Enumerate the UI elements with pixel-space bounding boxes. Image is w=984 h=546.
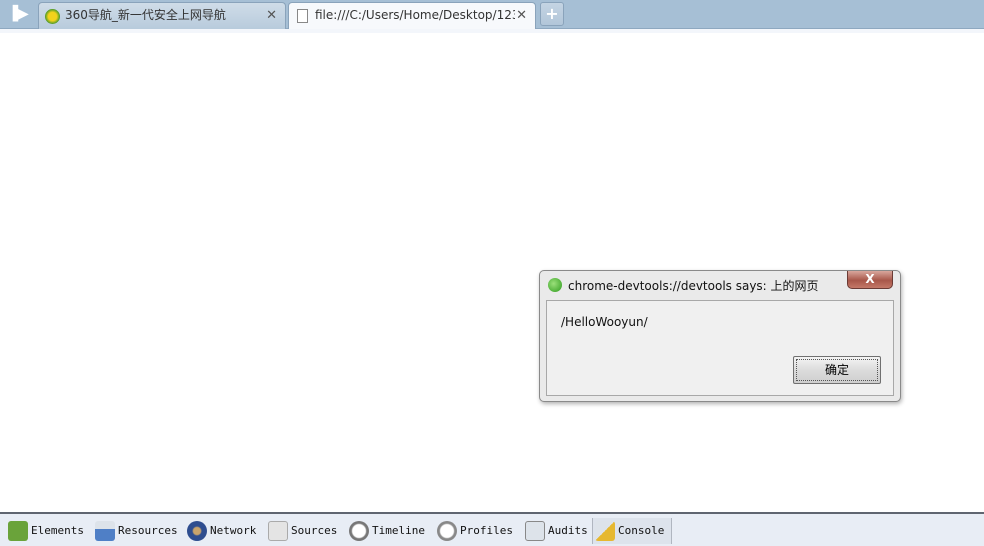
dialog-close-button[interactable]: X [847,271,893,289]
tab-label: Elements [31,524,84,537]
document-icon [297,9,308,23]
tab-label: Profiles [460,524,513,537]
tab-label: Timeline [372,524,425,537]
dialog-body: /HelloWooyun/ 确定 [546,300,894,396]
sources-icon [268,521,288,541]
resources-icon [95,521,115,541]
tab-360-nav[interactable]: 360导航_新一代安全上网导航 ✕ [38,2,286,29]
network-icon [187,521,207,541]
alert-dialog: chrome-devtools://devtools says: 上的网页 X … [539,270,901,402]
ok-button[interactable]: 确定 [793,356,881,384]
tab-label: Resources [118,524,178,537]
devtools-tab-console[interactable]: Console [592,518,672,544]
page-top-border [0,29,984,33]
dialog-title: chrome-devtools://devtools says: 上的网页 [568,279,819,293]
devtools-tab-network[interactable]: Network [185,518,256,544]
tab-file[interactable]: file:///C:/Users/Home/Desktop/123.h ✕ [288,2,536,30]
audits-icon [525,521,545,541]
devtools-tab-audits[interactable]: Audits [523,518,588,544]
devtools-tab-profiles[interactable]: Profiles [435,518,513,544]
profiles-icon [437,521,457,541]
devtools-tab-resources[interactable]: Resources [93,518,178,544]
tab-label: Console [618,524,665,537]
tab-title: file:///C:/Users/Home/Desktop/123.h [315,8,515,22]
devtools-tab-timeline[interactable]: Timeline [347,518,425,544]
browser-logo-icon [548,278,562,292]
dialog-message: /HelloWooyun/ [561,315,648,329]
tab-strip: ▐▶ 360导航_新一代安全上网导航 ✕ file:///C:/Users/Ho… [0,0,984,30]
tab-label: Audits [548,524,588,537]
new-tab-button[interactable]: + [540,2,564,26]
close-tab-icon[interactable]: ✕ [516,3,527,28]
sidebar-toggle-icon[interactable]: ▐▶ [4,3,32,25]
tab-label: Network [210,524,257,537]
devtools-tab-elements[interactable]: Elements [6,518,84,544]
devtools-toolbar: Elements Resources Network Sources Timel… [0,512,984,546]
360-logo-icon [45,9,60,24]
devtools-tab-sources[interactable]: Sources [266,518,337,544]
elements-icon [8,521,28,541]
console-icon [595,521,615,541]
close-tab-icon[interactable]: ✕ [266,3,277,28]
tab-title: 360导航_新一代安全上网导航 [65,8,226,22]
tab-label: Sources [291,524,338,537]
timeline-icon [349,521,369,541]
